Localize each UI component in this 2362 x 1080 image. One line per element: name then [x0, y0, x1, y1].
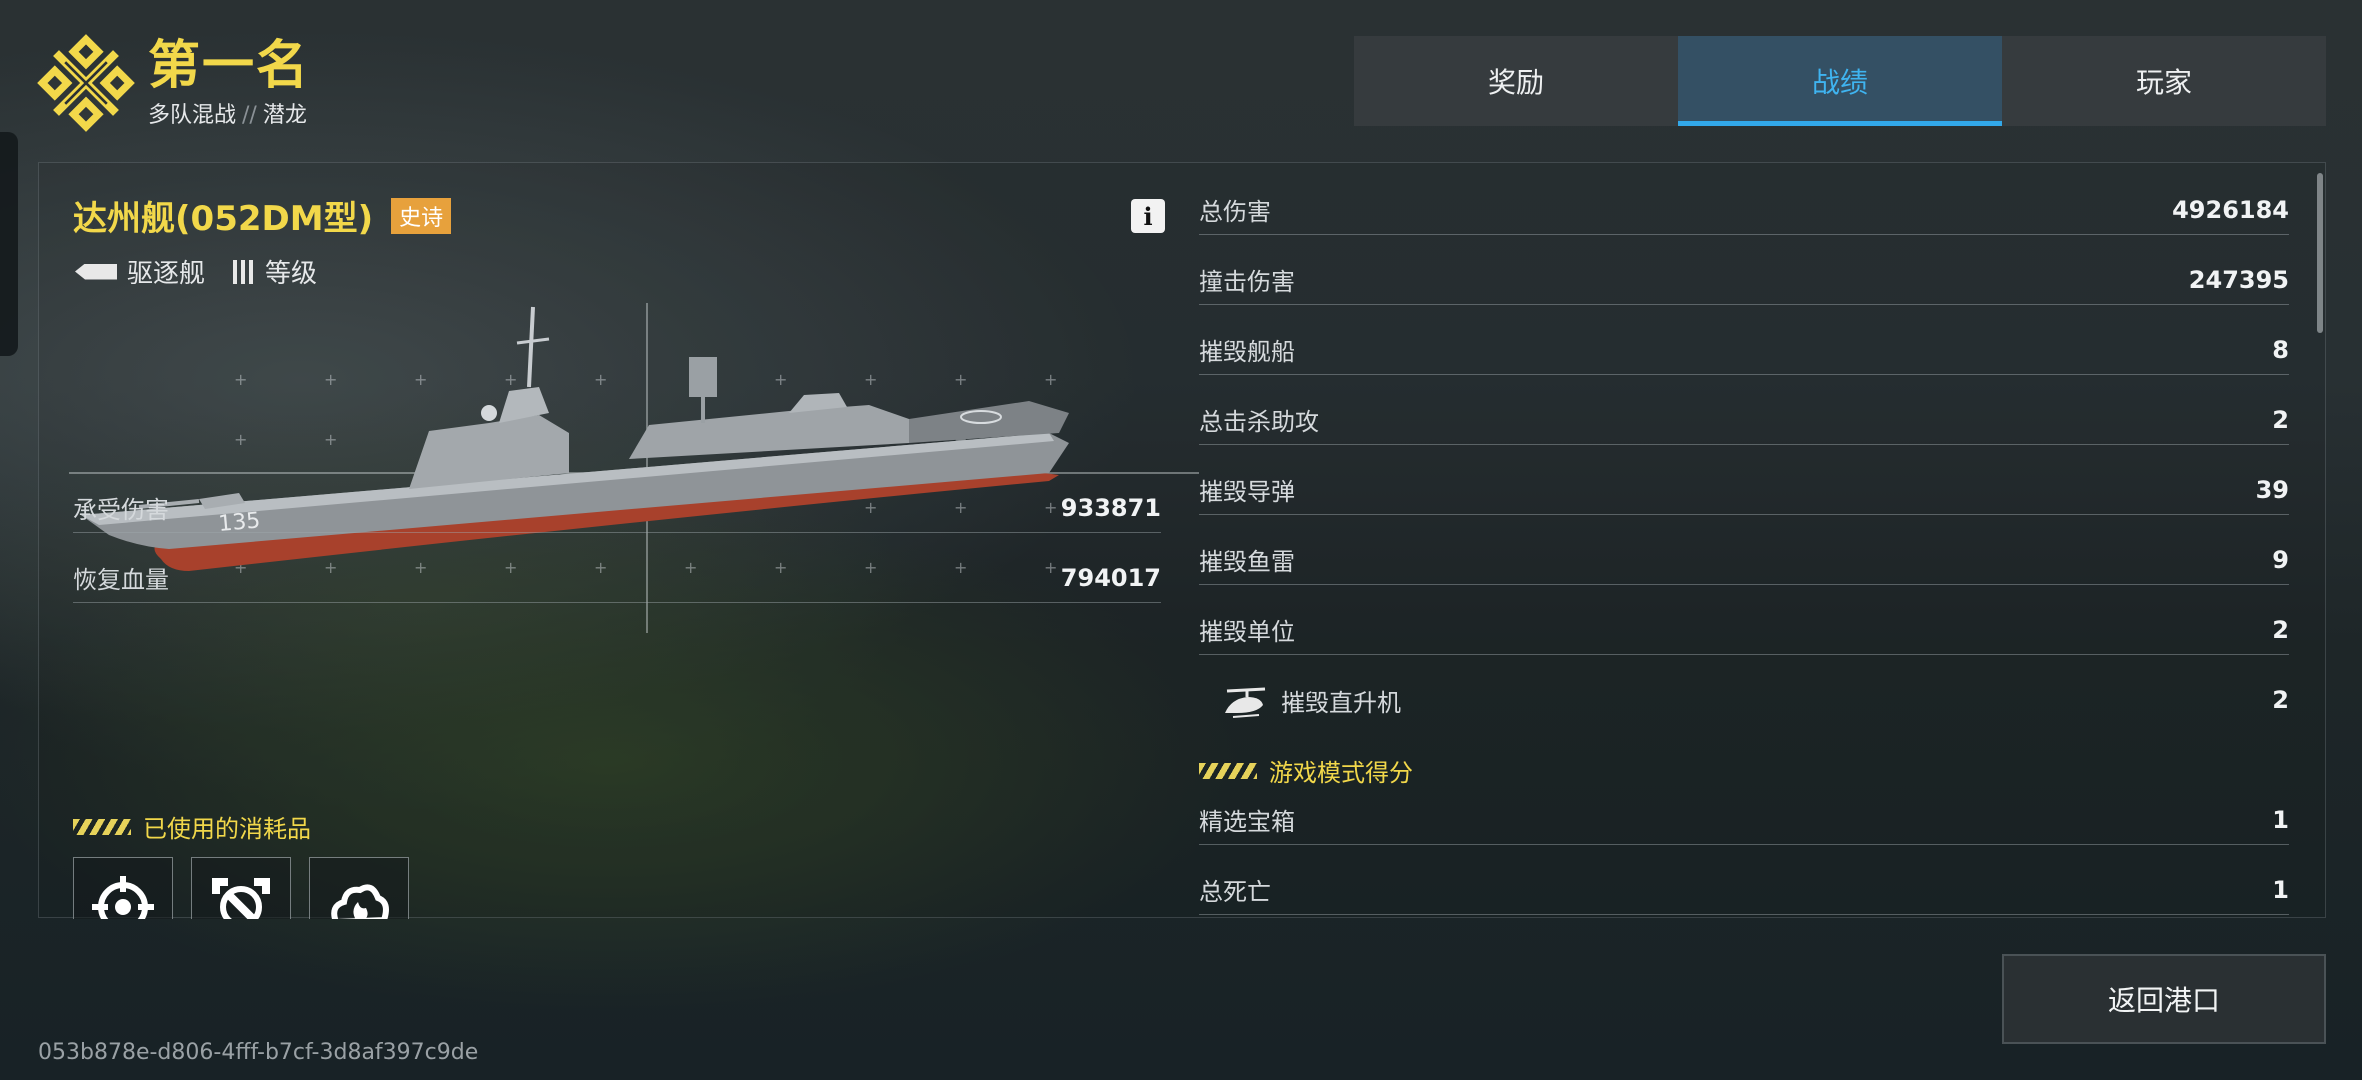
stat-value: 794017: [1060, 563, 1161, 592]
stat-total-damage: 总伤害 4926184: [1199, 185, 2289, 235]
repair-wrench-icon: [212, 878, 270, 919]
stat-value: 2: [2272, 686, 2289, 714]
stat-label: 承受伤害: [73, 496, 169, 524]
tab-rewards[interactable]: 奖励: [1354, 36, 1678, 126]
stat-label: 总击杀助攻: [1199, 408, 1319, 436]
stats-panel: 达州舰(052DM型) 史诗 i 驱逐舰 等级 + + + + + + + + + + + + + + …: [38, 162, 2326, 919]
svg-text:+: +: [864, 370, 877, 389]
tab-players[interactable]: 玩家: [2002, 36, 2326, 126]
stat-value: 2: [2272, 615, 2289, 644]
stat-value: 9: [2272, 545, 2289, 574]
svg-text:+: +: [324, 370, 337, 389]
ship-class-row: 驱逐舰 等级: [75, 253, 317, 290]
tier-label: 等级: [265, 259, 318, 289]
tab-battle-record[interactable]: 战绩: [1678, 36, 2002, 126]
battle-stats-list[interactable]: 总伤害 4926184 撞击伤害 247395 摧毁舰船 8 总击杀助攻 2 摧…: [1199, 163, 2289, 917]
stat-ships-destroyed: 摧毁舰船 8: [1199, 325, 2289, 375]
stripes-decoration: [1199, 762, 1257, 779]
stat-label: 摧毁舰船: [1199, 338, 1295, 366]
svg-text:+: +: [594, 370, 607, 389]
stat-total-deaths: 总死亡 1: [1199, 865, 2289, 915]
svg-text:+: +: [234, 370, 247, 389]
svg-text:+: +: [504, 370, 517, 389]
target-lock-icon: [92, 876, 154, 919]
ship-class-label: 驱逐舰: [127, 259, 206, 289]
game-mode-title-label: 游戏模式得分: [1269, 759, 1413, 787]
consumable-fire-extinguish[interactable]: [309, 857, 409, 919]
consumables-list: [73, 857, 409, 919]
stripes-decoration: [73, 818, 131, 835]
side-drawer-handle[interactable]: [0, 132, 18, 356]
stat-hp-restored: 恢复血量 794017: [73, 553, 1161, 603]
stat-value: 247395: [2188, 265, 2289, 294]
stat-ram-damage: 撞击伤害 247395: [1199, 255, 2289, 305]
mode-line: 多队混战//潜龙: [148, 97, 310, 129]
stat-helicopters-destroyed: 摧毁直升机 2: [1199, 675, 2289, 725]
svg-text:+: +: [234, 430, 247, 449]
helicopter-icon: [1225, 687, 1266, 718]
result-tabs: 奖励 战绩 玩家: [1354, 36, 2326, 126]
stat-label: 总死亡: [1199, 878, 1271, 906]
result-header: 第一名 多队混战//潜龙: [34, 28, 310, 138]
svg-text:+: +: [1044, 370, 1057, 389]
info-icon[interactable]: i: [1131, 199, 1165, 233]
destroyer-class-icon: [75, 263, 117, 280]
stat-label: 总伤害: [1199, 198, 1271, 226]
stat-value: 8: [2272, 335, 2289, 364]
stat-value: 4926184: [2172, 195, 2289, 224]
stat-label: 恢复血量: [73, 566, 169, 594]
consumables-section-title: 已使用的消耗品: [73, 809, 311, 844]
consumable-repair[interactable]: [191, 857, 291, 919]
ship-name: 达州舰(052DM型): [73, 199, 374, 239]
rarity-badge: 史诗: [391, 197, 452, 234]
map-name: 潜龙: [262, 103, 307, 128]
stat-label: 摧毁鱼雷: [1199, 548, 1295, 576]
stat-value: 1: [2272, 805, 2289, 834]
stat-units-destroyed: 摧毁单位 2: [1199, 605, 2289, 655]
match-id: 053b878e-d806-4fff-b7cf-3d8af397c9de: [38, 1040, 479, 1065]
fire-extinguish-icon: [331, 884, 389, 919]
stat-value: 1: [2272, 875, 2289, 904]
stat-torpedoes-destroyed: 摧毁鱼雷 9: [1199, 535, 2289, 585]
stats-scrollbar[interactable]: [2317, 173, 2323, 333]
return-to-port-button[interactable]: 返回港口: [2002, 954, 2326, 1044]
stat-damage-taken: 承受伤害 933871: [73, 483, 1161, 533]
consumables-title-label: 已使用的消耗品: [143, 815, 311, 843]
game-mode-label: 多队混战: [148, 103, 237, 128]
svg-text:+: +: [324, 430, 337, 449]
game-mode-score-title: 游戏模式得分: [1199, 753, 1413, 788]
stat-label: 撞击伤害: [1199, 268, 1295, 296]
svg-text:+: +: [954, 370, 967, 389]
stat-selected-chest: 精选宝箱 1: [1199, 795, 2289, 845]
stat-kill-assists: 总击杀助攻 2: [1199, 395, 2289, 445]
stat-label: 摧毁单位: [1199, 618, 1295, 646]
stat-label: 精选宝箱: [1199, 808, 1295, 836]
tier-three-icon: [233, 259, 254, 284]
stat-missiles-destroyed: 摧毁导弹 39: [1199, 465, 2289, 515]
consumable-target-lock[interactable]: [73, 857, 173, 919]
ship-name-row: 达州舰(052DM型) 史诗: [73, 191, 452, 240]
mode-separator: //: [242, 103, 257, 128]
svg-text:+: +: [774, 370, 787, 389]
stat-value: 39: [2255, 475, 2289, 504]
stat-value: 933871: [1060, 493, 1161, 522]
stat-label: 摧毁导弹: [1199, 478, 1295, 506]
svg-text:+: +: [414, 370, 427, 389]
first-place-crossed-swords-icon: [37, 34, 135, 132]
rank-title: 第一名: [148, 36, 311, 96]
stat-value: 2: [2272, 405, 2289, 434]
